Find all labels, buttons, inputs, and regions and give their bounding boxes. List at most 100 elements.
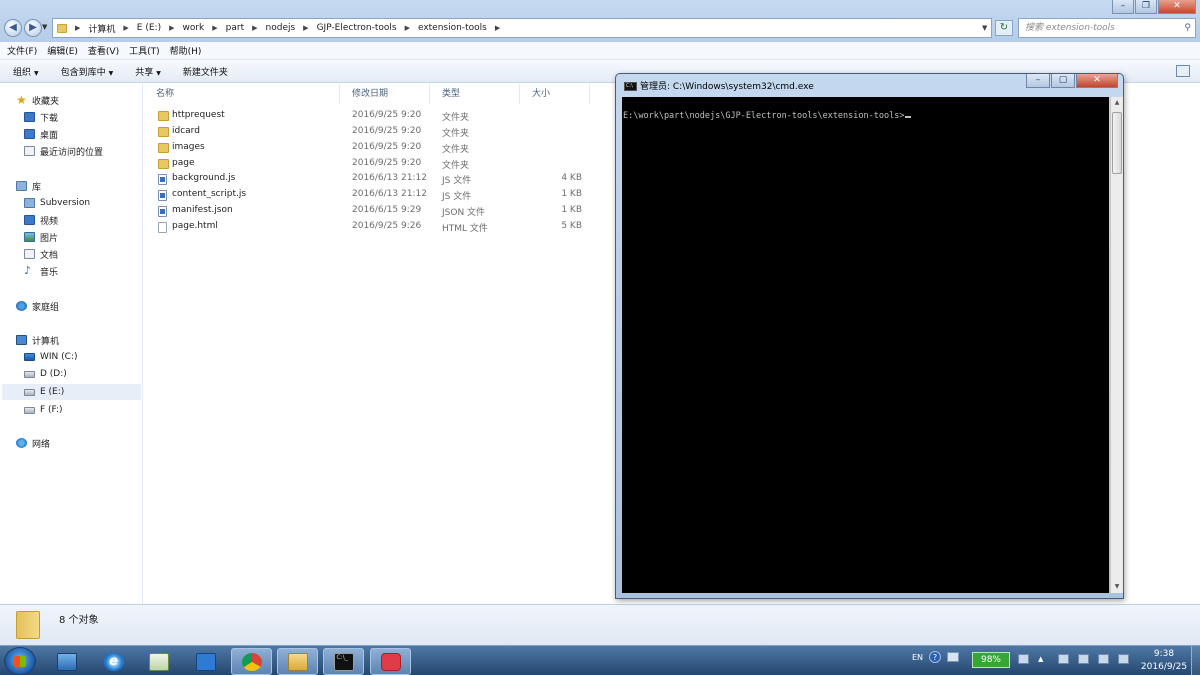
breadcrumb-nodejs[interactable]: nodejs [266, 23, 296, 33]
column-header-type[interactable]: 类型 [430, 84, 520, 104]
maximize-button[interactable]: ❐ [1135, 0, 1157, 14]
desktop-icon [24, 129, 35, 139]
menu-file[interactable]: 文件(F) [7, 44, 37, 57]
file-row[interactable]: page.html 2016/9/25 9:26 HTML 文件 5 KB [156, 219, 588, 235]
nav-computer[interactable]: 计算机 [16, 332, 59, 348]
chevron-right-icon[interactable]: ▶ [169, 24, 174, 32]
chevron-right-icon[interactable]: ▶ [212, 24, 217, 32]
chevron-right-icon[interactable]: ▶ [495, 24, 500, 32]
address-bar[interactable]: ▶ 计算机 ▶ E (E:) ▶ work ▶ part ▶ nodejs ▶ … [52, 18, 992, 38]
nav-item-downloads[interactable]: 下载 [24, 109, 58, 125]
close-button[interactable]: ✕ [1158, 0, 1196, 14]
chevron-right-icon[interactable]: ▶ [303, 24, 308, 32]
menu-tools[interactable]: 工具(T) [129, 44, 160, 57]
scroll-up-icon[interactable]: ▲ [1111, 97, 1123, 109]
taskbar-chrome[interactable] [231, 648, 272, 675]
close-button[interactable]: ✕ [1076, 74, 1118, 88]
file-row[interactable]: idcard 2016/9/25 9:20 文件夹 [156, 124, 588, 140]
organize-button[interactable]: 组织 ▼ [13, 65, 39, 78]
volume-icon[interactable] [1118, 654, 1129, 664]
taskbar-camera-app[interactable] [370, 648, 411, 675]
nav-item-recent-places[interactable]: 最近访问的位置 [24, 143, 103, 159]
network-status-icon[interactable] [1098, 654, 1109, 664]
search-input[interactable]: 搜索 extension-tools ⚲ [1018, 18, 1196, 38]
nav-item-drive-e[interactable]: E (E:) [2, 384, 141, 400]
breadcrumb-extension-tools[interactable]: extension-tools [418, 23, 487, 33]
search-icon[interactable]: ⚲ [1184, 19, 1191, 37]
menu-edit[interactable]: 编辑(E) [47, 44, 78, 57]
column-header-name[interactable]: 名称 [144, 84, 340, 104]
nav-favorites[interactable]: ★ 收藏夹 [16, 92, 59, 108]
breadcrumb-drive-e[interactable]: E (E:) [137, 23, 161, 33]
chevron-right-icon[interactable]: ▶ [123, 24, 128, 32]
battery-indicator[interactable]: 98% [972, 652, 1010, 668]
nav-item-documents[interactable]: 文档 [24, 246, 58, 262]
action-center-flag-icon[interactable] [1058, 654, 1069, 664]
recent-pages-dropdown-icon[interactable]: ▼ [42, 23, 47, 31]
display-icon[interactable] [1078, 654, 1089, 664]
start-button[interactable] [4, 647, 36, 675]
file-row[interactable]: images 2016/9/25 9:20 文件夹 [156, 140, 588, 156]
forward-button[interactable]: ▶ [24, 19, 42, 37]
share-button[interactable]: 共享 ▼ [135, 65, 161, 78]
maximize-button[interactable]: ▢ [1051, 74, 1075, 88]
console-scrollbar[interactable]: ▲ ▼ [1110, 97, 1123, 593]
taskbar-cmd[interactable]: C:\_ [323, 648, 364, 675]
nav-item-videos[interactable]: 视频 [24, 212, 58, 228]
nav-network[interactable]: 网络 [16, 435, 50, 451]
taskbar-ie[interactable]: e [93, 648, 134, 675]
chevron-right-icon[interactable]: ▶ [405, 24, 410, 32]
drive-icon [24, 370, 35, 378]
power-icon[interactable] [1018, 654, 1029, 664]
column-header-size[interactable]: 大小 [520, 84, 590, 104]
clock[interactable]: 9:38 2016/9/25 [1136, 648, 1192, 674]
taskbar: e C:\_ EN ? 98% ▲ 9:38 2016/9/25 [0, 645, 1200, 675]
new-folder-button[interactable]: 新建文件夹 [183, 65, 228, 78]
menu-help[interactable]: 帮助(H) [170, 44, 202, 57]
nav-item-drive-d[interactable]: D (D:) [24, 366, 67, 382]
nav-item-music[interactable]: ♪ 音乐 [24, 263, 58, 279]
nav-item-drive-c[interactable]: WIN (C:) [24, 349, 78, 365]
taskbar-explorer[interactable] [277, 648, 318, 675]
refresh-button[interactable]: ↻ [995, 20, 1013, 36]
breadcrumb-computer[interactable]: 计算机 [88, 22, 115, 35]
file-row[interactable]: content_script.js 2016/6/13 21:12 JS 文件 … [156, 187, 588, 203]
nav-item-pictures[interactable]: 图片 [24, 229, 58, 245]
preview-pane-icon[interactable] [1176, 65, 1190, 77]
minimize-button[interactable]: – [1112, 0, 1134, 14]
file-row[interactable]: httprequest 2016/9/25 9:20 文件夹 [156, 108, 588, 124]
minimize-button[interactable]: – [1026, 74, 1050, 88]
nav-item-subversion[interactable]: Subversion [24, 195, 90, 211]
breadcrumb-gjp-electron-tools[interactable]: GJP-Electron-tools [317, 23, 397, 33]
console-output[interactable]: E:\work\part\nodejs\GJP-Electron-tools\e… [622, 97, 1109, 593]
nav-item-drive-f[interactable]: F (F:) [24, 402, 63, 418]
taskbar-vscode[interactable] [185, 648, 226, 675]
show-hidden-icons-icon[interactable]: ▲ [1038, 654, 1049, 664]
keyboard-icon[interactable] [947, 652, 960, 662]
nav-libraries[interactable]: 库 [16, 178, 41, 194]
breadcrumb-work[interactable]: work [182, 23, 204, 33]
file-row[interactable]: background.js 2016/6/13 21:12 JS 文件 4 KB [156, 171, 588, 187]
taskbar-computer[interactable] [46, 648, 87, 675]
taskbar-chart-app[interactable] [138, 648, 179, 675]
back-button[interactable]: ◀ [4, 19, 22, 37]
address-dropdown-icon[interactable]: ▼ [982, 24, 987, 32]
show-desktop-button[interactable] [1191, 646, 1200, 675]
cmd-window[interactable]: C:\ 管理员: C:\Windows\system32\cmd.exe – ▢… [615, 73, 1124, 599]
language-indicator[interactable]: EN [912, 653, 923, 662]
nav-item-desktop[interactable]: 桌面 [24, 126, 58, 142]
column-header-date[interactable]: 修改日期 [340, 84, 430, 104]
nav-homegroup[interactable]: 家庭组 [16, 298, 59, 314]
help-icon[interactable]: ? [929, 651, 942, 663]
scroll-thumb[interactable] [1112, 112, 1122, 174]
breadcrumb-part[interactable]: part [226, 23, 244, 33]
include-in-library-button[interactable]: 包含到库中 ▼ [61, 65, 114, 78]
system-tray: EN ? [912, 651, 960, 663]
scroll-down-icon[interactable]: ▼ [1111, 581, 1123, 593]
menu-view[interactable]: 查看(V) [88, 44, 119, 57]
chevron-right-icon[interactable]: ▶ [75, 24, 80, 32]
file-row[interactable]: manifest.json 2016/6/15 9:29 JSON 文件 1 K… [156, 203, 588, 219]
file-row[interactable]: page 2016/9/25 9:20 文件夹 [156, 156, 588, 172]
chevron-right-icon[interactable]: ▶ [252, 24, 257, 32]
file-type: JSON 文件 [442, 208, 486, 218]
